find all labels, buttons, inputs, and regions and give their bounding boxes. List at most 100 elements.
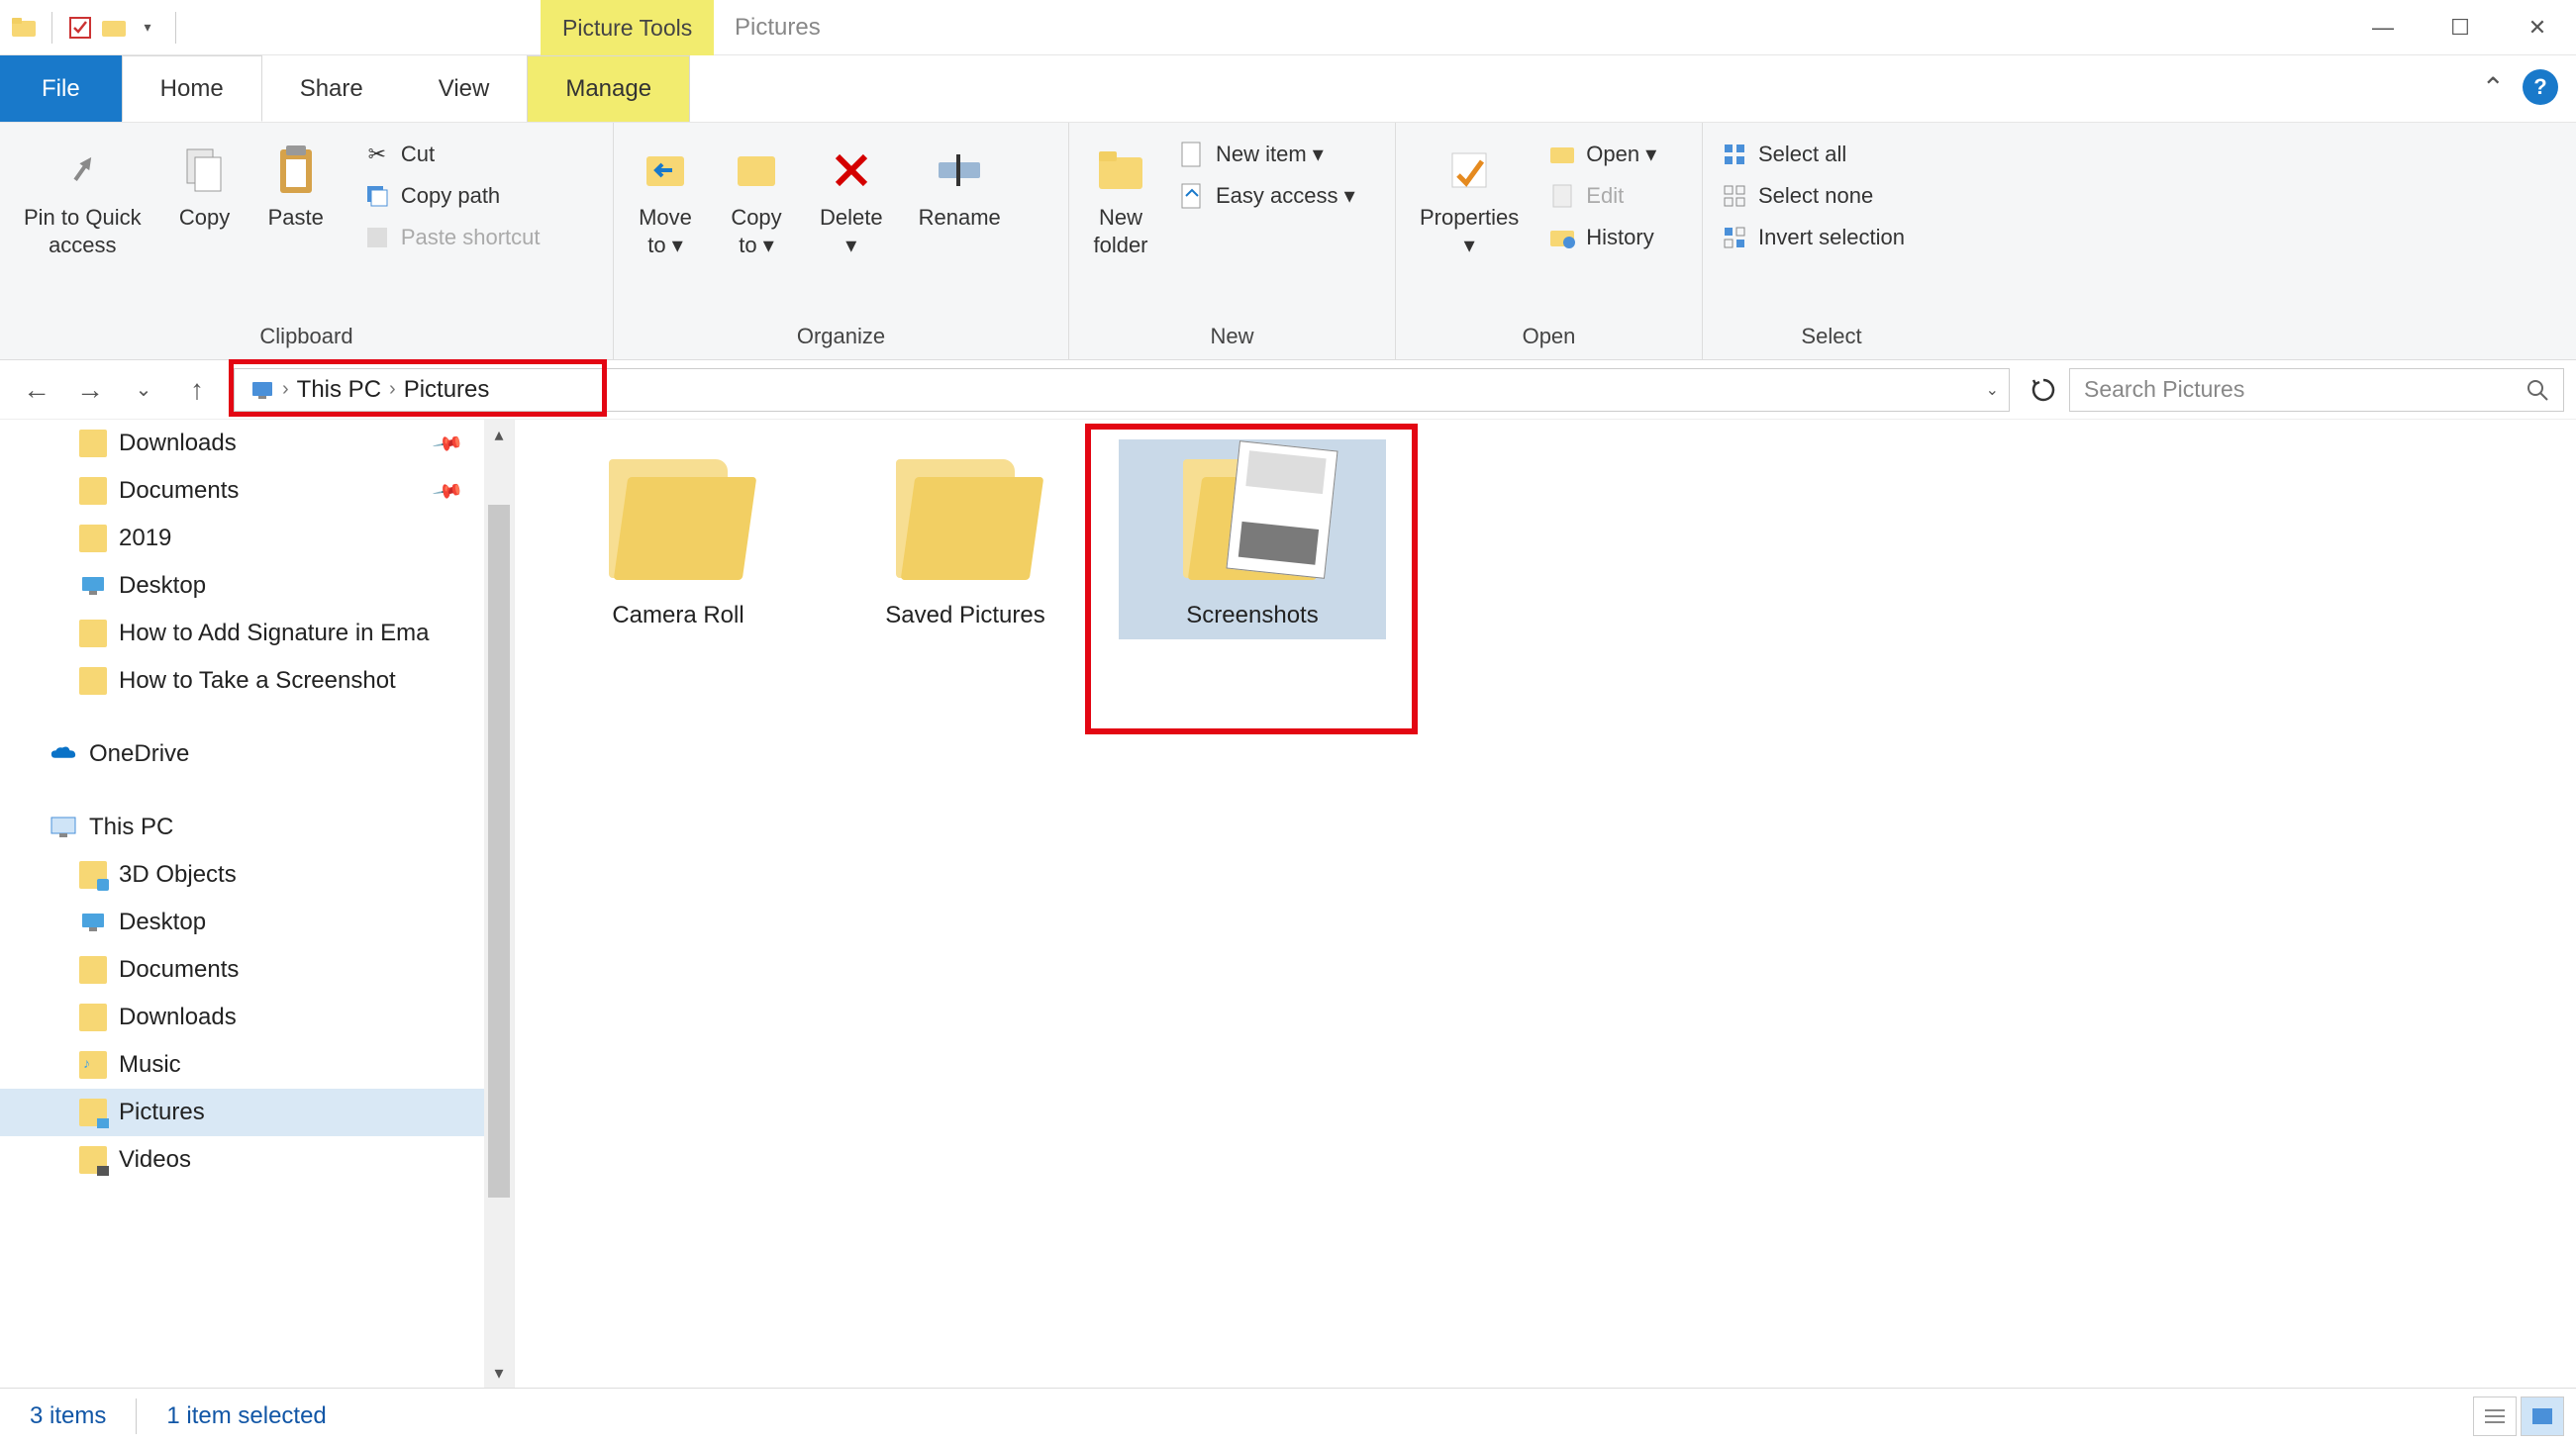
recent-locations-dropdown[interactable]: ⌄ [119,365,168,415]
delete-button[interactable]: Delete ▾ [806,135,897,266]
minimize-button[interactable]: — [2344,0,2422,55]
properties-qat-icon[interactable] [66,14,94,42]
tree-item-label: Documents [119,477,239,505]
history-button[interactable]: History [1540,222,1664,253]
separator [136,1398,137,1434]
tree-item-label: OneDrive [89,740,189,768]
search-input[interactable]: Search Pictures [2069,368,2564,412]
address-dropdown[interactable]: ⌄ [1986,380,1999,400]
thumbnails-view-button[interactable] [2521,1397,2564,1436]
folder-icon [79,430,107,457]
refresh-button[interactable] [2022,368,2065,412]
onedrive-icon [50,740,77,768]
tree-item-downloads[interactable]: Downloads [0,994,514,1041]
folder-icon [79,667,107,695]
folder-icon [79,956,107,984]
up-button[interactable]: ↑ [172,365,222,415]
tree-item-label: This PC [89,814,173,841]
tree-item-pictures[interactable]: Pictures [0,1089,514,1136]
ribbon-group-open: Properties ▾ Open ▾ Edit History Open [1396,123,1703,359]
tab-share[interactable]: Share [262,55,401,122]
3d-objects-icon [79,861,107,889]
new-folder-button[interactable]: New folder [1079,135,1162,266]
scroll-down-icon[interactable]: ▾ [484,1358,514,1388]
copy-to-button[interactable]: Copy to ▾ [715,135,798,266]
open-button[interactable]: Open ▾ [1540,139,1664,170]
folder-label: Saved Pictures [885,602,1044,629]
tree-item-onedrive[interactable]: OneDrive [0,730,514,778]
rename-icon [932,143,987,198]
tree-item-this-pc[interactable]: This PC [0,804,514,851]
help-button[interactable]: ? [2523,69,2558,105]
new-item-button[interactable]: New item ▾ [1170,139,1363,170]
details-view-button[interactable] [2473,1397,2517,1436]
collapse-ribbon-icon[interactable]: ⌃ [2482,71,2505,104]
tree-item-videos[interactable]: Videos [0,1136,514,1184]
tab-manage[interactable]: Manage [527,55,690,122]
paste-button[interactable]: Paste [254,135,338,240]
cut-button[interactable]: ✂Cut [355,139,548,170]
tree-item-label: Downloads [119,430,237,457]
folder-camera-roll[interactable]: Camera Roll [545,439,812,639]
tree-item-desktop[interactable]: Desktop [0,899,514,946]
invert-selection-button[interactable]: Invert selection [1713,222,1913,253]
rename-button[interactable]: Rename [905,135,1015,240]
content-pane[interactable]: Camera Roll Saved Pictures Screenshots [515,420,2576,1388]
tab-home[interactable]: Home [122,55,262,122]
edit-button[interactable]: Edit [1540,180,1664,212]
scroll-thumb[interactable] [488,505,510,1198]
select-none-button[interactable]: Select none [1713,180,1913,212]
history-icon [1548,224,1576,251]
move-to-icon [638,143,693,198]
qat-customize-dropdown[interactable]: ▾ [134,14,161,42]
move-to-button[interactable]: Move to ▾ [624,135,707,266]
tree-scrollbar[interactable]: ▴ ▾ [484,420,514,1388]
easy-access-button[interactable]: Easy access ▾ [1170,180,1363,212]
context-tab-picture-tools[interactable]: Picture Tools [541,0,714,55]
select-all-button[interactable]: Select all [1713,139,1913,170]
new-folder-icon [1093,143,1148,198]
copy-button[interactable]: Copy [163,135,247,240]
folder-saved-pictures[interactable]: Saved Pictures [832,439,1099,639]
body: Downloads 📌 Documents 📌 2019 Desktop How to Ad… [0,420,2576,1388]
tree-item-downloads[interactable]: Downloads 📌 [0,420,514,467]
breadcrumb-pictures[interactable]: Pictures [396,376,498,404]
properties-button[interactable]: Properties ▾ [1406,135,1533,266]
tree-item-documents[interactable]: Documents 📌 [0,467,514,515]
navigation-tree[interactable]: Downloads 📌 Documents 📌 2019 Desktop How to Ad… [0,420,515,1388]
maximize-button[interactable]: ☐ [2422,0,2499,55]
tree-item-desktop[interactable]: Desktop [0,562,514,610]
tree-item-music[interactable]: ♪Music [0,1041,514,1089]
folder-screenshots[interactable]: Screenshots [1119,439,1386,639]
tree-item-label: Desktop [119,572,206,600]
ribbon-group-clipboard: Pin to Quick access Copy Paste ✂Cut Copy… [0,123,614,359]
ribbon: Pin to Quick access Copy Paste ✂Cut Copy… [0,123,2576,360]
breadcrumb-root-icon[interactable] [243,380,282,400]
tree-item-how-to-add-signature-in-ema[interactable]: How to Add Signature in Ema [0,610,514,657]
videos-icon [79,1146,107,1174]
new-folder-qat-icon[interactable] [100,14,128,42]
tab-file[interactable]: File [0,55,122,122]
window-controls: — ☐ ✕ [2344,0,2576,55]
tree-item-2019[interactable]: 2019 [0,515,514,562]
tree-item-label: Documents [119,956,239,984]
paste-shortcut-button[interactable]: Paste shortcut [355,222,548,253]
tree-item-documents[interactable]: Documents [0,946,514,994]
copy-path-button[interactable]: Copy path [355,180,548,212]
delete-icon [824,143,879,198]
chevron-right-icon[interactable]: › [282,378,289,401]
address-bar[interactable]: › This PC › Pictures ⌄ [234,368,2010,412]
tree-item-how-to-take-a-screenshot[interactable]: How to Take a Screenshot [0,657,514,705]
tree-item-3d-objects[interactable]: 3D Objects [0,851,514,899]
separator [175,12,176,44]
close-button[interactable]: ✕ [2499,0,2576,55]
pin-icon: 📌 [431,427,465,461]
back-button[interactable]: ← [12,365,61,415]
scroll-up-icon[interactable]: ▴ [484,420,514,449]
pin-to-quick-access-button[interactable]: Pin to Quick access [10,135,155,266]
forward-button[interactable]: → [65,365,115,415]
chevron-right-icon[interactable]: › [389,378,396,401]
pin-icon: 📌 [431,474,465,509]
breadcrumb-this-pc[interactable]: This PC [289,376,389,404]
tab-view[interactable]: View [401,55,528,122]
